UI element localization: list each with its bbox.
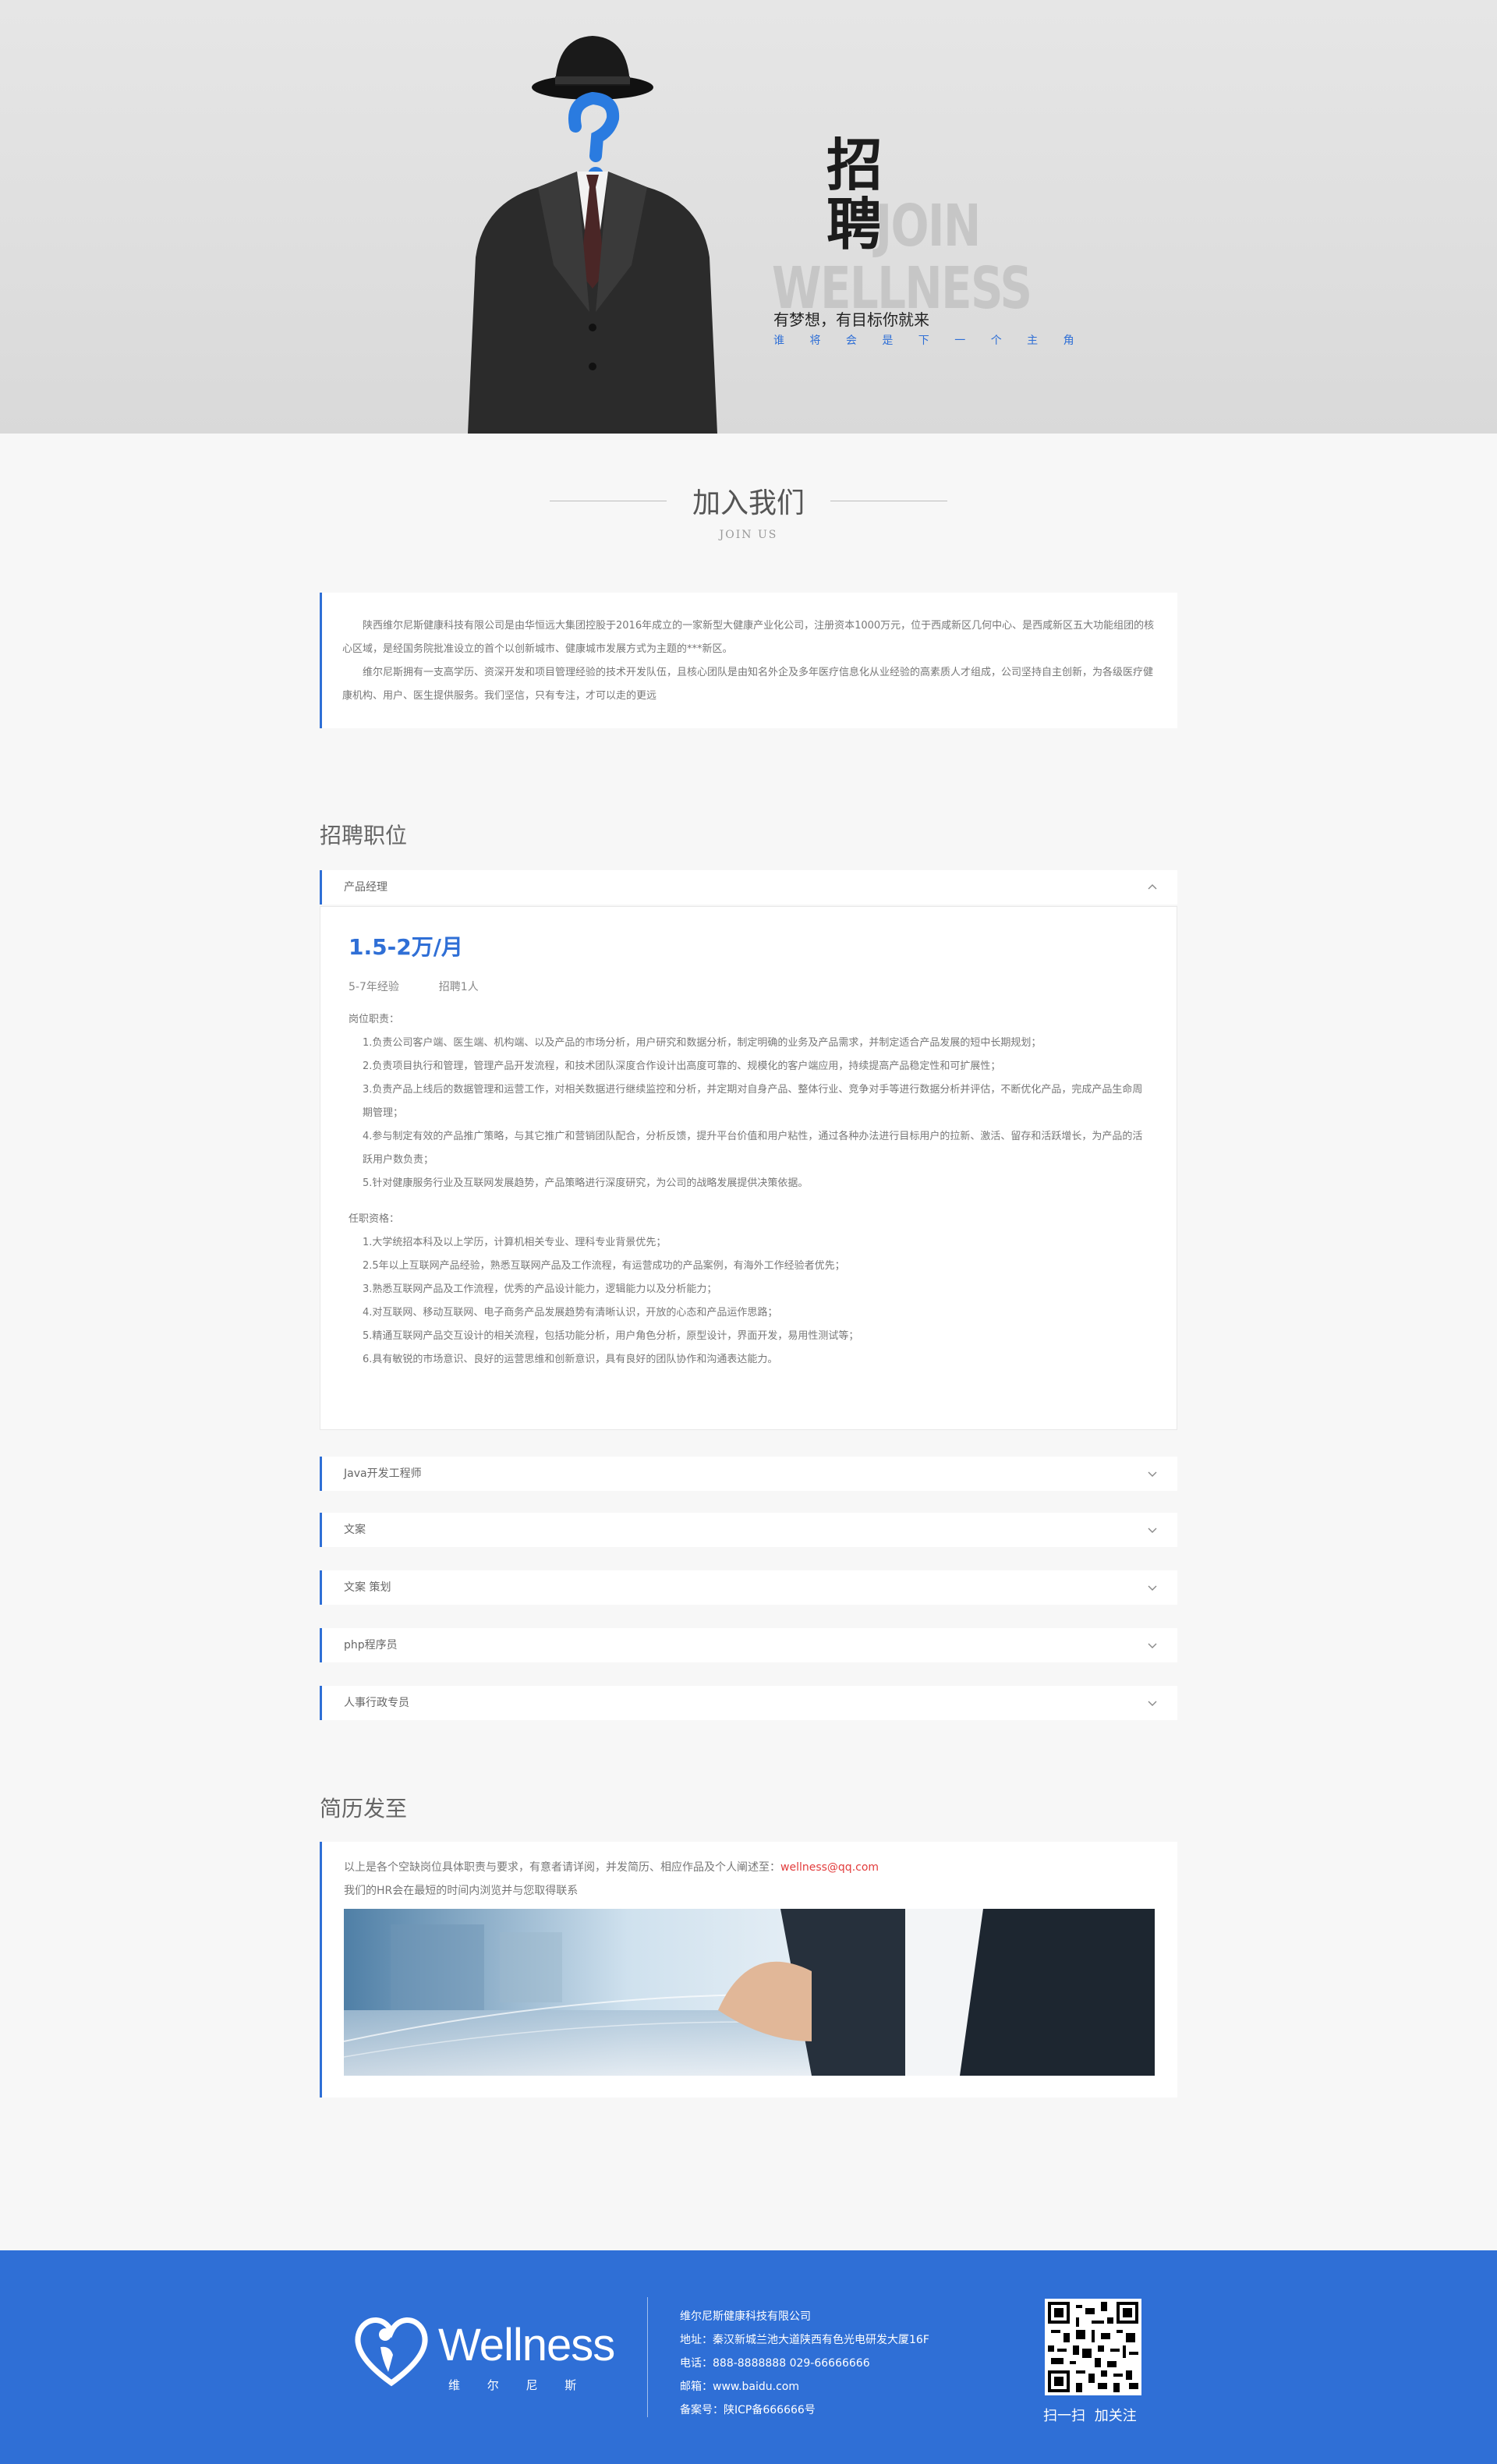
wellness-logo-icon: [355, 2317, 428, 2387]
position-header-php[interactable]: php程序员: [320, 1628, 1177, 1662]
qr-caption: 扫一扫 加关注: [1043, 2408, 1137, 2424]
duty-item: 1.负责公司客户端、医生端、机构端、以及产品的市场分析，用户研究和数据分析，制定…: [363, 1037, 1042, 1049]
hero-banner: 招 聘 JOIN WELLNESS 有梦想，有目标你就来 谁 将 会 是 下 一…: [0, 0, 1497, 434]
company-intro: 陕西维尔尼斯健康科技有限公司是由华恒远大集团控股于2016年成立的一家新型大健康…: [320, 593, 1177, 728]
resume-heading: 简历发至: [320, 1796, 408, 1821]
hero-tagline: 有梦想，有目标你就来: [773, 310, 929, 329]
positions-heading: 招聘职位: [320, 823, 408, 848]
headcount: 招聘1人: [438, 981, 479, 993]
handshake-banner-image: [344, 1909, 1155, 2076]
resume-instruction: 以上是各个空缺岗位具体职责与要求，有意者请详阅，并发简历、相应作品及个人阐述至：: [344, 1861, 780, 1874]
hero-subtagline: 谁 将 会 是 下 一 个 主 角: [773, 335, 1076, 347]
footer-email[interactable]: 邮箱：www.baidu.com: [680, 2375, 929, 2399]
resume-line-1: 以上是各个空缺岗位具体职责与要求，有意者请详阅，并发简历、相应作品及个人阐述至：…: [344, 1856, 1155, 1879]
title-en: JOIN US: [719, 529, 778, 541]
position-header-product-manager[interactable]: 产品经理: [320, 870, 1177, 905]
chevron-up-icon: [1148, 884, 1157, 890]
position-title: 产品经理: [344, 881, 388, 894]
resume-line-2: 我们的HR会在最短的时间内浏览并与您取得联系: [344, 1885, 579, 1897]
chevron-down-icon: [1148, 1585, 1157, 1591]
resume-email-link[interactable]: wellness@qq.com: [780, 1861, 879, 1874]
wellness-logo-subtitle: 维 尔 尼 斯: [448, 2378, 579, 2392]
requirements-title: 任职资格：: [349, 1213, 400, 1225]
chevron-down-icon: [1148, 1701, 1157, 1706]
duty-item: 3.负责产品上线后的数据管理和运营工作，对相关数据进行继续监控和分析，并定期对自…: [363, 1084, 1143, 1119]
footer-divider: [647, 2297, 648, 2417]
position-header-copy-planner[interactable]: 文案 策划: [320, 1570, 1177, 1605]
hero-char-zhao: 招: [826, 132, 883, 198]
requirement-item: 3.熟悉互联网产品及工作流程，优秀的产品设计能力，逻辑能力以及分析能力；: [363, 1283, 717, 1295]
businessman-question-mark-image: [468, 36, 717, 434]
position-header-copywriter[interactable]: 文案: [320, 1513, 1177, 1547]
chevron-down-icon: [1148, 1643, 1157, 1648]
position-title: php程序员: [344, 1639, 398, 1652]
footer-contact-info: 维尔尼斯健康科技有限公司 地址：秦汉新城兰池大道陕西有色光电研发大厦16F 电话…: [680, 2305, 929, 2422]
wellness-logo-text: Wellness: [438, 2320, 615, 2370]
footer-phone: 电话：888-8888888 029-66666666: [680, 2357, 870, 2370]
requirement-item: 6.具有敏锐的市场意识、良好的运营思维和创新意识，具有良好的团队协作和沟通表达能…: [363, 1354, 778, 1365]
duties-title: 岗位职责：: [349, 1014, 400, 1025]
duty-item: 2.负责项目执行和管理，管理产品开发流程，和技术团队深度合作设计出高度可靠的、规…: [363, 1060, 1001, 1072]
join-us-title: 加入我们 JOIN US: [0, 480, 1497, 541]
intro-paragraph-1: 陕西维尔尼斯健康科技有限公司是由华恒远大集团控股于2016年成立的一家新型大健康…: [342, 620, 1155, 655]
chevron-down-icon: [1148, 1528, 1157, 1533]
footer: Wellness 维 尔 尼 斯 维尔尼斯健康科技有限公司 地址：秦汉新城兰池大…: [0, 2250, 1497, 2464]
position-title: Java开发工程师: [344, 1467, 422, 1480]
resume-card: 以上是各个空缺岗位具体职责与要求，有意者请详阅，并发简历、相应作品及个人阐述至：…: [320, 1842, 1177, 2098]
requirement-item: 5.精通互联网产品交互设计的相关流程，包括功能分析，用户角色分析，原型设计，界面…: [363, 1330, 859, 1342]
salary: 1.5-2万/月: [349, 934, 463, 960]
position-title: 文案: [344, 1524, 366, 1536]
requirement-item: 4.对互联网、移动互联网、电子商务产品发展趋势有清晰认识，开放的心态和产品运作思…: [363, 1307, 778, 1319]
duty-item: 5.针对健康服务行业及互联网发展趋势，产品策略进行深度研究，为公司的战略发展提供…: [363, 1177, 809, 1189]
experience: 5-7年经验: [349, 981, 399, 993]
duties-list: 岗位职责： 1.负责公司客户端、医生端、机构端、以及产品的市场分析，用户研究和数…: [349, 1008, 1148, 1372]
position-meta: 5-7年经验 招聘1人: [349, 979, 1148, 994]
footer-icp[interactable]: 备案号：陕ICP备666666号: [680, 2399, 929, 2422]
position-title: 人事行政专员: [344, 1697, 409, 1709]
hero-join-word: JOIN: [875, 193, 982, 260]
intro-paragraph-2: 维尔尼斯拥有一支高学历、资深开发和项目管理经验的技术开发队伍，且核心团队是由知名…: [342, 667, 1154, 702]
position-title: 文案 策划: [344, 1581, 391, 1594]
footer-address: 地址：秦汉新城兰池大道陕西有色光电研发大厦16F: [680, 2334, 929, 2346]
requirement-item: 1.大学统招本科及以上学历，计算机相关专业、理科专业背景优先；: [363, 1237, 667, 1248]
duty-item: 4.参与制定有效的产品推广策略，与其它推广和营销团队配合，分析反馈，提升平台价值…: [363, 1131, 1143, 1166]
requirement-item: 2.5年以上互联网产品经验，熟悉互联网产品及工作流程，有运营成功的产品案例，有海…: [363, 1260, 845, 1272]
chevron-down-icon: [1148, 1471, 1157, 1477]
position-header-hr[interactable]: 人事行政专员: [320, 1686, 1177, 1720]
title-cn: 加入我们: [692, 487, 805, 519]
qr-code-image: [1045, 2299, 1141, 2395]
hero-join-text: JOIN WELLNESS: [772, 193, 1032, 320]
position-details: 1.5-2万/月 5-7年经验 招聘1人 岗位职责： 1.负责公司客户端、医生端…: [320, 906, 1177, 1430]
footer-company: 维尔尼斯健康科技有限公司: [680, 2310, 811, 2323]
position-header-java[interactable]: Java开发工程师: [320, 1457, 1177, 1491]
